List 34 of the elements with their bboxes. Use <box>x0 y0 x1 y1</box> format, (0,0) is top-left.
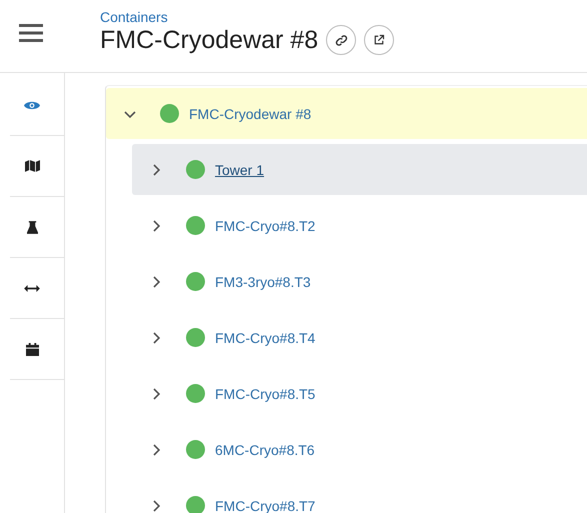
tree-item-label[interactable]: FMC-Cryo#8.T5 <box>215 386 316 402</box>
page-title: FMC-Cryodewar #8 <box>100 26 318 54</box>
horizontal-arrows-icon <box>24 284 40 292</box>
status-dot <box>186 496 205 513</box>
link-icon <box>334 34 348 46</box>
map-icon <box>24 160 40 172</box>
status-dot <box>186 328 205 347</box>
tree-row[interactable]: FMC-Cryo#8.T2 <box>132 200 587 251</box>
status-dot <box>186 272 205 291</box>
tree-row[interactable]: FM3-3ryo#8.T3 <box>132 256 587 307</box>
external-link-icon <box>373 34 386 46</box>
status-dot <box>186 216 205 235</box>
link-button[interactable] <box>326 25 356 55</box>
flask-icon <box>26 220 38 234</box>
status-dot <box>186 384 205 403</box>
tree-row[interactable]: FMC-Cryo#8.T4 <box>132 312 587 363</box>
tree-item-label[interactable]: 6MC-Cryo#8.T6 <box>215 442 315 458</box>
external-link-button[interactable] <box>364 25 394 55</box>
tree-item-label[interactable]: FMC-Cryodewar #8 <box>189 106 312 122</box>
status-dot <box>186 440 205 459</box>
eye-icon <box>24 100 40 110</box>
tree-item-label[interactable]: FMC-Cryo#8.T2 <box>215 218 316 234</box>
calendar-icon <box>26 342 38 356</box>
status-dot <box>186 160 205 179</box>
tree-item-label[interactable]: FMC-Cryo#8.T4 <box>215 330 316 346</box>
tree-row[interactable]: FMC-Cryodewar #8 <box>106 88 587 139</box>
tree-row[interactable]: FMC-Cryo#8.T5 <box>132 368 587 419</box>
tree-item-label[interactable]: FM3-3ryo#8.T3 <box>215 274 311 290</box>
tree-row[interactable]: Tower 1 <box>132 144 587 195</box>
menu-icon[interactable] <box>19 23 43 43</box>
breadcrumb-link[interactable]: Containers <box>100 9 394 25</box>
status-dot <box>160 104 179 123</box>
tree-item-label[interactable]: Tower 1 <box>215 162 264 178</box>
tree-row[interactable]: 6MC-Cryo#8.T6 <box>132 424 587 475</box>
